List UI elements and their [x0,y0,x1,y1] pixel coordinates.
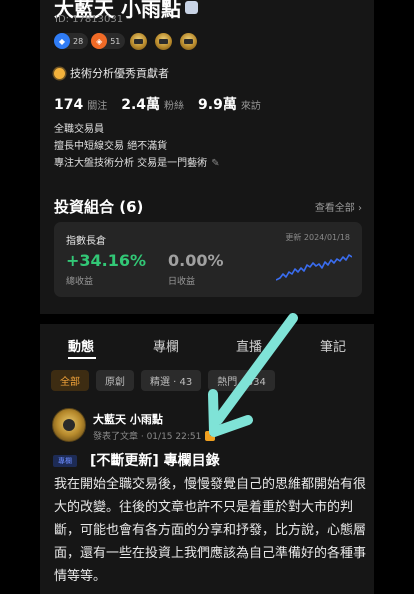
profile-panel: 大藍天 小雨點 ID: 17813031 ◆ 28 ◈ 51 技術分析優秀貢獻者… [40,0,374,314]
tab-dynamics[interactable]: 動態 [68,336,94,355]
following-count[interactable]: 174 [54,97,83,113]
portfolio-sparkline [276,254,352,281]
filter-all[interactable]: 全部 [51,370,89,391]
daily-return-label: 日收益 [168,277,196,287]
badge-drop-count: 28 [73,36,84,46]
feed-panel: 動態 專欄 直播 筆記 全部 原創 精選 · 43 熱門 · 334 大藍天 小… [40,324,374,594]
medal-icon[interactable] [155,32,173,50]
contributor-label: 技術分析優秀貢獻者 [70,67,169,80]
post-body[interactable]: 我在開始全職交易後，慢慢發覺自己的思維都開始有很大的改變。往後的文章也許不只是着… [54,473,366,588]
post-title[interactable]: [不斷更新] 專欄目錄 [90,450,220,470]
active-tab-indicator [68,357,96,359]
post-meta: 發表了文章 · 01/15 22:51 [93,429,216,442]
stats-row: 174 關注 2.4萬 粉絲 9.9萬 來訪 [54,94,275,114]
portfolio-card[interactable]: 指數長倉 更新 2024/01/18 +34.16% 0.00% 總收益 日收益 [54,222,362,297]
chevron-right-icon: › [358,203,362,214]
total-return-label: 總收益 [66,277,94,287]
view-all-link[interactable]: 查看全部 › [315,199,362,214]
portfolio-name: 指數長倉 [66,236,106,247]
visits-label: 來訪 [240,101,261,112]
feed-tabs: 動態 專欄 直播 筆記 [40,336,374,359]
sun-icon [54,67,65,79]
followers-label: 粉絲 [164,101,185,112]
filter-featured[interactable]: 精選 · 43 [141,370,202,391]
tab-notes[interactable]: 筆記 [320,336,346,355]
tab-live[interactable]: 直播 [236,336,262,355]
followers-count[interactable]: 2.4萬 [121,94,160,114]
bio-line: 擅長中短線交易 絕不滿貨 [54,141,168,152]
blue-drop-icon: ◆ [54,33,70,49]
visits-count: 9.9萬 [198,97,237,113]
tab-columns[interactable]: 專欄 [153,336,179,355]
badge-shield-count: 51 [110,36,121,46]
badge-drop[interactable]: ◆ 28 [54,33,89,49]
bio-line: 專注大盤技術分析 交易是一門藝術 ✎ [54,158,220,169]
medal-icon[interactable] [180,32,198,50]
pinned-up-icon [205,429,216,441]
filter-chips: 全部 原創 精選 · 43 熱門 · 334 [51,370,282,391]
portfolio-updated: 更新 2024/01/18 [285,233,350,242]
orange-shield-icon: ◈ [91,33,108,49]
daily-return: 0.00% [168,251,224,270]
badge-shield[interactable]: ◈ 51 [91,33,126,49]
portfolio-title: 投資組合 (6) [54,198,144,216]
edit-pen-icon[interactable]: ✎ [211,158,219,169]
medal-icon[interactable] [130,32,148,50]
profile-id: ID: 17813031 [55,14,124,25]
contributor-badge[interactable]: 技術分析優秀貢獻者 [54,65,169,81]
avatar[interactable] [52,408,86,442]
bio-line: 全職交易員 [54,124,104,135]
column-tag: 專欄 [53,455,77,467]
following-label: 關注 [87,101,108,112]
filter-original[interactable]: 原創 [96,370,134,391]
filter-popular[interactable]: 熱門 · 334 [208,370,275,391]
badge-row: ◆ 28 ◈ 51 [54,32,203,50]
post-author[interactable]: 大藍天 小雨點 [93,411,163,427]
verified-icon [184,1,198,14]
total-return: +34.16% [66,251,147,270]
